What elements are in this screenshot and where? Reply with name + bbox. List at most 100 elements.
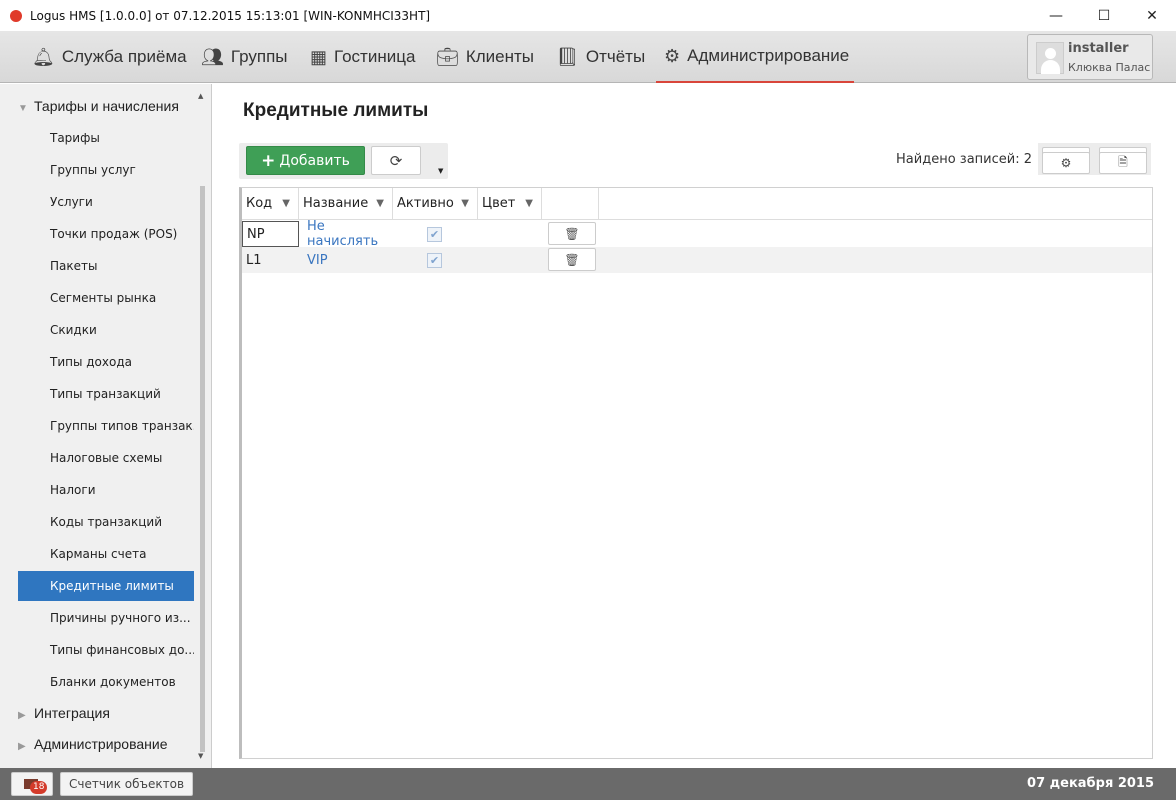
title-bar: Logus HMS [1.0.0.0] от 07.12.2015 15:13:… xyxy=(0,0,1176,31)
cell-name[interactable]: VIP xyxy=(303,247,397,273)
book-icon: 📕︎ xyxy=(556,46,579,67)
sidebar-item[interactable]: Кредитные лимиты xyxy=(18,571,194,601)
sidebar-item[interactable]: Коды транзакций xyxy=(18,507,194,537)
sidebar-item[interactable]: Скидки xyxy=(18,315,194,345)
main-nav: 🔔︎ Служба приёма 👥︎ Группы ▦ Гостиница 💼︎ Кл… xyxy=(0,31,1176,83)
nav-hotel[interactable]: ▦ Гостиница xyxy=(310,31,415,83)
cell-name[interactable]: Не начислять xyxy=(303,219,397,249)
sidebar-item[interactable]: Группы типов транзак... xyxy=(18,411,194,441)
delete-button[interactable]: 🗑︎ xyxy=(548,248,596,271)
scrollbar-thumb[interactable] xyxy=(200,186,205,752)
sidebar-group-administration[interactable]: ▶ Администрирование xyxy=(18,736,168,752)
sidebar-item[interactable]: Пакеты xyxy=(18,251,194,281)
column-color[interactable]: Цвет ▼ xyxy=(478,188,542,219)
chevron-right-icon: ▶ xyxy=(18,710,26,721)
trash-icon: 🗑︎ xyxy=(564,252,580,267)
briefcase-icon: 💼︎ xyxy=(436,46,459,67)
current-date: 07 декабря 2015 xyxy=(1027,776,1154,791)
sidebar-item[interactable]: Причины ручного из... xyxy=(18,603,194,633)
grid-tools: ⚙ 🗎 xyxy=(1038,143,1151,175)
grid-header: Код ▼ Название ▼ Активно ▼ Цвет ▼ xyxy=(242,188,1152,220)
cell-active: ✔ xyxy=(423,247,463,273)
scroll-down-icon[interactable]: ▼ xyxy=(198,752,203,760)
nav-label: Группы xyxy=(230,47,288,66)
table-row[interactable]: NP Не начислять ✔ 🗑︎ xyxy=(242,219,1152,249)
column-active[interactable]: Активно ▼ xyxy=(393,188,478,219)
column-label: Название xyxy=(303,196,369,211)
filter-icon[interactable]: ▼ xyxy=(525,198,533,209)
sidebar-item[interactable]: Типы финансовых до... xyxy=(18,635,194,665)
app-logo-icon xyxy=(10,9,22,22)
active-checkbox[interactable]: ✔ xyxy=(427,226,442,242)
cell-code[interactable]: NP xyxy=(242,221,299,247)
minimize-button[interactable]: — xyxy=(1032,0,1080,31)
gears-icon: ⚙ xyxy=(1042,152,1090,174)
trash-icon: 🗑︎ xyxy=(564,226,580,241)
scroll-up-icon[interactable]: ▲ xyxy=(198,92,203,100)
close-button[interactable]: ✕ xyxy=(1128,0,1176,31)
bell-icon: 🔔︎ xyxy=(32,46,55,67)
users-icon: 👥︎ xyxy=(201,46,224,67)
sidebar-item[interactable]: Сегменты рынка xyxy=(18,283,194,313)
sidebar-item[interactable]: Группы услуг xyxy=(18,155,194,185)
nav-reports[interactable]: 📕︎ Отчёты xyxy=(556,31,645,83)
toolbar: + Добавить ⟳ ▼ xyxy=(239,143,448,179)
user-name: installer xyxy=(1068,41,1129,56)
nav-front-desk[interactable]: 🔔︎ Служба приёма xyxy=(32,31,187,83)
nav-label: Гостиница xyxy=(334,47,416,66)
refresh-button[interactable]: ⟳ xyxy=(371,146,421,175)
column-label: Код xyxy=(246,196,273,211)
group-label: Тарифы и начисления xyxy=(34,98,179,114)
column-label: Активно xyxy=(397,196,454,211)
filter-icon[interactable]: ▼ xyxy=(282,198,290,209)
gears-icon: ⚙ xyxy=(664,45,681,66)
group-label: Администрирование xyxy=(34,736,168,752)
settings-button[interactable]: ⚙ xyxy=(1042,147,1090,174)
column-actions xyxy=(542,188,599,219)
window-title: Logus HMS [1.0.0.0] от 07.12.2015 15:13:… xyxy=(30,8,431,23)
delete-button[interactable]: 🗑︎ xyxy=(548,222,596,245)
user-menu[interactable]: installer Клюква Палас xyxy=(1027,34,1153,80)
building-icon: ▦ xyxy=(310,46,328,67)
column-code[interactable]: Код ▼ xyxy=(242,188,299,219)
sidebar-group-integration[interactable]: ▶ Интеграция xyxy=(18,705,110,721)
avatar xyxy=(1036,42,1064,74)
nav-groups[interactable]: 👥︎ Группы xyxy=(201,31,288,83)
sidebar-item[interactable]: Тарифы xyxy=(18,123,194,153)
sidebar-item[interactable]: Типы дохода xyxy=(18,347,194,377)
filter-icon[interactable]: ▼ xyxy=(376,198,384,209)
nav-clients[interactable]: 💼︎ Клиенты xyxy=(436,31,534,83)
export-excel-button[interactable]: 🗎 xyxy=(1099,147,1147,174)
nav-administration[interactable]: ⚙ Администрирование xyxy=(656,31,854,83)
table-row[interactable]: L1 VIP ✔ 🗑︎ xyxy=(242,247,1152,273)
refresh-icon: ⟳ xyxy=(389,151,403,170)
cell-code[interactable]: L1 xyxy=(242,247,299,273)
sidebar-scrollbar[interactable]: ▲ ▼ xyxy=(196,88,209,764)
data-grid: Код ▼ Название ▼ Активно ▼ Цвет ▼ NP Не начи… xyxy=(239,187,1153,759)
sidebar-group-tariffs[interactable]: ▼ Тарифы и начисления xyxy=(18,98,179,114)
cell-active: ✔ xyxy=(423,221,463,247)
column-name[interactable]: Название ▼ xyxy=(299,188,393,219)
sidebar-item[interactable]: Типы транзакций xyxy=(18,379,194,409)
sidebar-item[interactable]: Услуги xyxy=(18,187,194,217)
add-label: Добавить xyxy=(279,152,350,169)
active-checkbox[interactable]: ✔ xyxy=(427,252,442,268)
object-counter-button[interactable]: Счетчик объектов xyxy=(60,772,194,796)
sidebar-item[interactable]: Бланки документов xyxy=(18,667,194,697)
messages-button[interactable]: 18 xyxy=(11,772,53,796)
filter-icon[interactable]: ▼ xyxy=(461,198,469,209)
status-bar: 18 Счетчик объектов 07 декабря 2015 xyxy=(0,768,1176,800)
sidebar-item[interactable]: Налоги xyxy=(18,475,194,505)
sidebar: ▼ Тарифы и начисления Тарифы Группы услуг У… xyxy=(0,84,212,768)
hotel-name: Клюква Палас xyxy=(1068,61,1151,74)
maximize-button[interactable]: ☐ xyxy=(1080,0,1128,31)
sidebar-item[interactable]: Карманы счета xyxy=(18,539,194,569)
nav-label: Администрирование xyxy=(687,46,850,65)
nav-label: Клиенты xyxy=(465,47,535,66)
sidebar-item[interactable]: Налоговые схемы xyxy=(18,443,194,473)
nav-label: Служба приёма xyxy=(61,47,187,66)
add-button[interactable]: + Добавить xyxy=(246,146,365,175)
toolbar-dropdown-icon[interactable]: ▼ xyxy=(438,167,443,175)
excel-icon: 🗎 xyxy=(1099,152,1147,174)
sidebar-item[interactable]: Точки продаж (POS) xyxy=(18,219,194,249)
